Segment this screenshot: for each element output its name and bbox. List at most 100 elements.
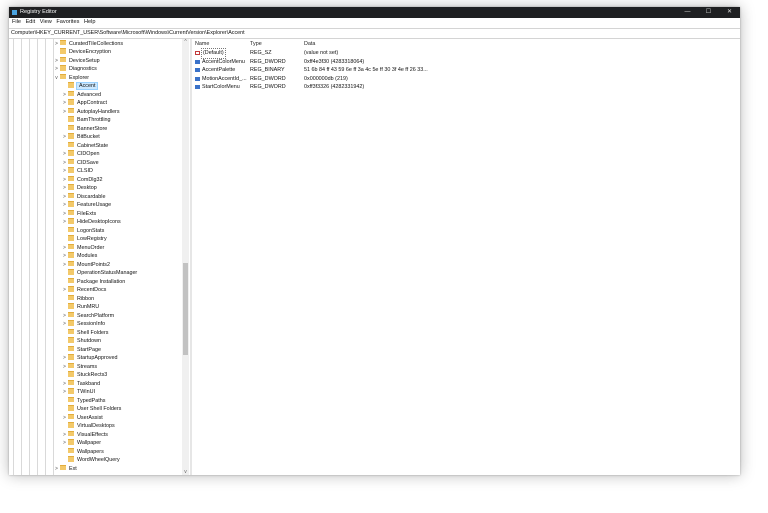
value-row[interactable]: (Default) REG_SZ (value not set) xyxy=(193,48,740,59)
minimize-button[interactable]: — xyxy=(677,7,698,18)
tree-item[interactable]: Shutdown xyxy=(61,337,101,346)
address-path[interactable]: Computer\HKEY_CURRENT_USER\Software\Micr… xyxy=(11,30,245,37)
expand-chevron-icon[interactable]: > xyxy=(61,388,68,397)
expand-chevron-icon[interactable]: > xyxy=(53,65,60,74)
tree-item[interactable]: > VisualEffects xyxy=(61,430,108,440)
expand-chevron-icon[interactable]: > xyxy=(61,150,68,159)
tree-item[interactable]: > TWinUI xyxy=(61,388,95,397)
tree-item[interactable]: Package Installation xyxy=(61,277,125,287)
tree-item[interactable]: v Explorer xyxy=(53,73,89,83)
tree-item[interactable]: > CuratedTileCollections xyxy=(53,39,123,49)
tree-item[interactable]: > AppContract xyxy=(61,99,107,108)
expand-chevron-icon[interactable]: > xyxy=(61,252,68,261)
expand-chevron-icon[interactable]: > xyxy=(61,354,68,363)
expand-chevron-icon[interactable]: > xyxy=(61,363,68,372)
tree-item[interactable]: User Shell Folders xyxy=(61,405,121,414)
tree-item[interactable]: Shell Folders xyxy=(61,328,108,338)
menu-file[interactable]: File xyxy=(12,18,21,27)
registry-key-tree[interactable]: > CuratedTileCollections DeviceEncryption >… xyxy=(9,39,190,475)
expand-chevron-icon[interactable]: > xyxy=(61,218,68,227)
tree-item[interactable]: > ComDlg32 xyxy=(61,175,102,185)
expand-chevron-icon[interactable]: > xyxy=(61,159,68,168)
scrollbar-thumb[interactable] xyxy=(183,263,188,355)
tree-item[interactable]: > RecentDocs xyxy=(61,286,106,295)
expand-chevron-icon[interactable]: > xyxy=(61,414,68,423)
menu-help[interactable]: Help xyxy=(84,18,96,27)
tree-item[interactable]: VirtualDesktops xyxy=(61,422,115,431)
tree-item[interactable]: > CIDSave xyxy=(61,158,99,168)
expand-chevron-icon[interactable]: > xyxy=(61,108,68,117)
tree-item[interactable]: Accent xyxy=(61,82,99,91)
tree-item[interactable]: StuckRects3 xyxy=(61,371,107,380)
tree-item[interactable]: > AutoplayHandlers xyxy=(61,107,120,117)
values-pane[interactable]: Name Type Data (Default) REG_SZ (value not… xyxy=(193,39,740,475)
scroll-up-icon[interactable]: ^ xyxy=(182,39,189,45)
tree-item[interactable]: > SessionInfo xyxy=(61,320,105,329)
tree-item[interactable]: > Diagnostics xyxy=(53,65,97,74)
tree-item[interactable]: > SearchPlatform xyxy=(61,311,114,321)
expand-chevron-icon[interactable]: > xyxy=(61,286,68,295)
tree-item[interactable]: > CLSID xyxy=(61,167,93,176)
tree-item[interactable]: OperationStatusManager xyxy=(61,269,137,278)
tree-item[interactable]: > Discardable xyxy=(61,192,105,202)
tree-item[interactable]: LogonStats xyxy=(61,226,104,236)
value-row[interactable]: MotionAccentId_... REG_DWORD 0x000000db (2… xyxy=(193,75,740,84)
expand-chevron-icon[interactable]: > xyxy=(61,431,68,440)
tree-item[interactable]: TypedPaths xyxy=(61,396,105,406)
expanded-chevron-icon[interactable]: v xyxy=(53,74,60,83)
expand-chevron-icon[interactable]: > xyxy=(61,201,68,210)
tree-item[interactable]: LowRegistry xyxy=(61,235,107,244)
tree-item[interactable]: > FeatureUsage xyxy=(61,201,111,210)
tree-item[interactable]: > MountPoints2 xyxy=(61,260,110,270)
tree-item[interactable]: Ribbon xyxy=(61,294,94,304)
tree-item[interactable]: WordWheelQuery xyxy=(61,456,120,465)
tree-scrollbar[interactable]: ^ v xyxy=(182,39,189,475)
pane-splitter[interactable] xyxy=(190,39,192,475)
tree-item[interactable]: > Taskband xyxy=(61,379,100,389)
expand-chevron-icon[interactable]: > xyxy=(61,184,68,193)
expand-chevron-icon[interactable]: > xyxy=(61,439,68,448)
column-header-type[interactable]: Type xyxy=(250,40,262,48)
maximize-button[interactable]: ☐ xyxy=(698,7,719,18)
tree-item[interactable]: > Desktop xyxy=(61,184,97,193)
expand-chevron-icon[interactable]: > xyxy=(61,91,68,100)
tree-item[interactable]: BamThrottling xyxy=(61,116,111,125)
expand-chevron-icon[interactable]: > xyxy=(53,40,60,49)
tree-item[interactable]: CabinetState xyxy=(61,141,108,151)
expand-chevron-icon[interactable]: > xyxy=(61,244,68,253)
close-button[interactable]: ✕ xyxy=(719,7,740,18)
tree-item[interactable]: > StartupApproved xyxy=(61,354,117,363)
expand-chevron-icon[interactable]: > xyxy=(53,57,60,66)
tree-item[interactable]: > FileExts xyxy=(61,209,96,219)
tree-item[interactable]: RunMRU xyxy=(61,303,99,312)
expand-chevron-icon[interactable]: > xyxy=(53,465,60,474)
scroll-down-icon[interactable]: v xyxy=(182,469,189,475)
address-bar[interactable]: Computer\HKEY_CURRENT_USER\Software\Micr… xyxy=(9,28,740,39)
expand-chevron-icon[interactable]: > xyxy=(61,261,68,270)
expand-chevron-icon[interactable]: > xyxy=(61,193,68,202)
expand-chevron-icon[interactable]: > xyxy=(61,99,68,108)
menu-edit[interactable]: Edit xyxy=(26,18,36,27)
tree-item[interactable]: BannerStore xyxy=(61,124,107,134)
tree-item[interactable]: > HideDesktopIcons xyxy=(61,218,121,227)
expand-chevron-icon[interactable]: > xyxy=(61,380,68,389)
value-row[interactable]: StartColorMenu REG_DWORD 0xff3f3326 (42823… xyxy=(193,83,740,92)
expand-chevron-icon[interactable]: > xyxy=(61,320,68,329)
expand-chevron-icon[interactable]: > xyxy=(61,176,68,185)
value-row[interactable]: AccentColorMenu REG_DWORD 0xff4e3f30 (4283… xyxy=(193,58,740,67)
expand-chevron-icon[interactable]: > xyxy=(61,312,68,321)
menu-favorites[interactable]: Favorites xyxy=(56,18,79,27)
column-header-name[interactable]: Name xyxy=(195,40,209,48)
tree-item[interactable]: > BitBucket xyxy=(61,133,100,142)
value-row[interactable]: AccentPalette REG_BINARY 51 6b 84 ff 43 59… xyxy=(193,66,740,75)
expand-chevron-icon[interactable]: > xyxy=(61,167,68,176)
tree-item[interactable]: DeviceEncryption xyxy=(53,48,111,57)
tree-item[interactable]: > MenuOrder xyxy=(61,243,104,253)
tree-item[interactable]: > Ext xyxy=(53,464,77,474)
column-header-data[interactable]: Data xyxy=(304,40,315,48)
tree-item[interactable]: > Modules xyxy=(61,252,97,261)
tree-item[interactable]: > UserAssist xyxy=(61,413,103,423)
tree-item[interactable]: > Wallpaper xyxy=(61,439,101,448)
tree-item[interactable]: Wallpapers xyxy=(61,447,104,457)
tree-item[interactable]: > DeviceSetup xyxy=(53,56,100,66)
